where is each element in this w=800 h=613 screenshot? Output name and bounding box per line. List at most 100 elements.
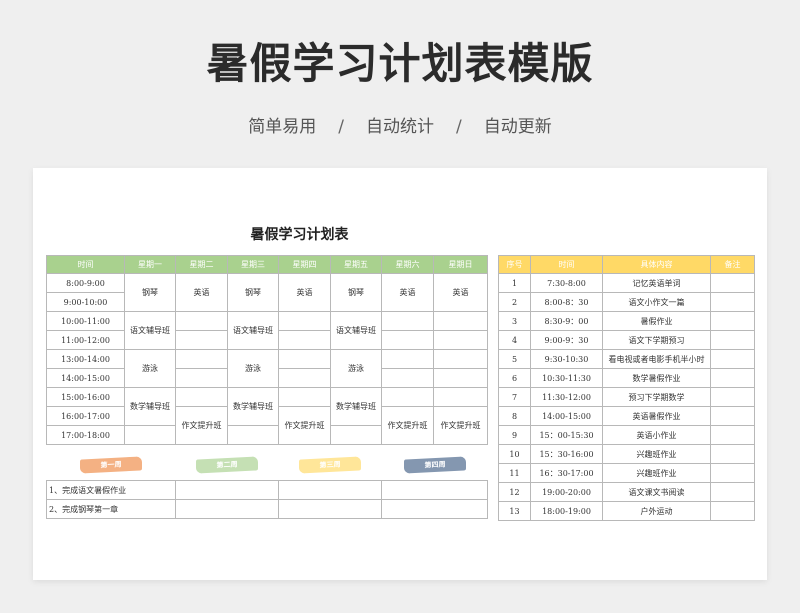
note-cell[interactable] bbox=[710, 482, 755, 502]
note-cell[interactable] bbox=[710, 330, 755, 350]
header-cell[interactable]: 星期六 bbox=[381, 255, 434, 274]
note-cell[interactable] bbox=[710, 349, 755, 369]
schedule-cell[interactable] bbox=[433, 387, 488, 407]
note-cell[interactable] bbox=[710, 292, 755, 312]
schedule-cell[interactable] bbox=[175, 368, 228, 388]
time-cell[interactable]: 8:00-9:00 bbox=[46, 273, 125, 293]
task-cell[interactable] bbox=[381, 480, 488, 500]
row-number-cell[interactable]: 12 bbox=[498, 482, 531, 502]
schedule-cell[interactable]: 游泳 bbox=[330, 349, 382, 388]
schedule-cell[interactable] bbox=[381, 387, 434, 407]
row-number-cell[interactable]: 7 bbox=[498, 387, 531, 407]
schedule-cell[interactable] bbox=[278, 387, 331, 407]
schedule-cell[interactable]: 英语 bbox=[175, 273, 228, 312]
time-cell[interactable]: 15：30-16:00 bbox=[530, 444, 603, 464]
note-cell[interactable] bbox=[710, 425, 755, 445]
note-cell[interactable] bbox=[710, 444, 755, 464]
schedule-cell[interactable] bbox=[124, 425, 176, 445]
schedule-cell[interactable]: 作文提升班 bbox=[381, 406, 434, 445]
time-cell[interactable]: 13:00-14:00 bbox=[46, 349, 125, 369]
task-cell[interactable]: 1、完成语文暑假作业 bbox=[46, 480, 176, 500]
time-cell[interactable]: 9:30-10:30 bbox=[530, 349, 603, 369]
content-cell[interactable]: 数学暑假作业 bbox=[602, 368, 711, 388]
time-cell[interactable]: 7:30-8:00 bbox=[530, 273, 603, 293]
schedule-cell[interactable] bbox=[175, 387, 228, 407]
row-number-cell[interactable]: 11 bbox=[498, 463, 531, 483]
schedule-cell[interactable] bbox=[278, 368, 331, 388]
content-cell[interactable]: 语文课文书阅读 bbox=[602, 482, 711, 502]
schedule-cell[interactable]: 英语 bbox=[433, 273, 488, 312]
header-cell[interactable]: 星期日 bbox=[433, 255, 488, 274]
time-cell[interactable]: 17:00-18:00 bbox=[46, 425, 125, 445]
schedule-cell[interactable] bbox=[433, 311, 488, 331]
time-cell[interactable]: 16：30-17:00 bbox=[530, 463, 603, 483]
row-number-cell[interactable]: 8 bbox=[498, 406, 531, 426]
content-cell[interactable]: 兴趣班作业 bbox=[602, 444, 711, 464]
row-number-cell[interactable]: 13 bbox=[498, 501, 531, 521]
time-cell[interactable]: 9:00-10:00 bbox=[46, 292, 125, 312]
task-cell[interactable] bbox=[381, 499, 488, 519]
task-cell[interactable] bbox=[175, 480, 279, 500]
header-cell[interactable]: 时间 bbox=[46, 255, 125, 274]
header-cell[interactable]: 备注 bbox=[710, 255, 755, 274]
schedule-cell[interactable]: 钢琴 bbox=[330, 273, 382, 312]
content-cell[interactable]: 兴趣班作业 bbox=[602, 463, 711, 483]
row-number-cell[interactable]: 5 bbox=[498, 349, 531, 369]
note-cell[interactable] bbox=[710, 368, 755, 388]
task-cell[interactable] bbox=[175, 499, 279, 519]
time-cell[interactable]: 8:00-8：30 bbox=[530, 292, 603, 312]
schedule-cell[interactable] bbox=[175, 330, 228, 350]
schedule-cell[interactable] bbox=[175, 349, 228, 369]
schedule-cell[interactable] bbox=[278, 311, 331, 331]
schedule-cell[interactable]: 英语 bbox=[381, 273, 434, 312]
time-cell[interactable]: 19:00-20:00 bbox=[530, 482, 603, 502]
header-cell[interactable]: 星期一 bbox=[124, 255, 176, 274]
schedule-cell[interactable] bbox=[278, 349, 331, 369]
header-cell[interactable]: 星期二 bbox=[175, 255, 228, 274]
note-cell[interactable] bbox=[710, 501, 755, 521]
content-cell[interactable]: 看电视或者电影手机半小时 bbox=[602, 349, 711, 369]
schedule-cell[interactable]: 游泳 bbox=[227, 349, 279, 388]
note-cell[interactable] bbox=[710, 311, 755, 331]
schedule-cell[interactable] bbox=[381, 349, 434, 369]
schedule-cell[interactable]: 钢琴 bbox=[227, 273, 279, 312]
header-cell[interactable]: 星期三 bbox=[227, 255, 279, 274]
schedule-cell[interactable]: 数学辅导班 bbox=[227, 387, 279, 426]
time-cell[interactable]: 14:00-15:00 bbox=[530, 406, 603, 426]
row-number-cell[interactable]: 3 bbox=[498, 311, 531, 331]
schedule-cell[interactable]: 语文辅导班 bbox=[227, 311, 279, 350]
schedule-cell[interactable] bbox=[381, 311, 434, 331]
schedule-cell[interactable] bbox=[433, 330, 488, 350]
time-cell[interactable]: 11:30-12:00 bbox=[530, 387, 603, 407]
note-cell[interactable] bbox=[710, 406, 755, 426]
schedule-cell[interactable]: 语文辅导班 bbox=[330, 311, 382, 350]
note-cell[interactable] bbox=[710, 273, 755, 293]
time-cell[interactable]: 9:00-9：30 bbox=[530, 330, 603, 350]
row-number-cell[interactable]: 9 bbox=[498, 425, 531, 445]
time-cell[interactable]: 18:00-19:00 bbox=[530, 501, 603, 521]
row-number-cell[interactable]: 10 bbox=[498, 444, 531, 464]
row-number-cell[interactable]: 6 bbox=[498, 368, 531, 388]
header-cell[interactable]: 时间 bbox=[530, 255, 603, 274]
task-cell[interactable]: 2、完成钢琴第一章 bbox=[46, 499, 176, 519]
task-cell[interactable] bbox=[278, 499, 382, 519]
time-cell[interactable]: 15:00-16:00 bbox=[46, 387, 125, 407]
schedule-cell[interactable] bbox=[278, 330, 331, 350]
note-cell[interactable] bbox=[710, 463, 755, 483]
schedule-cell[interactable]: 钢琴 bbox=[124, 273, 176, 312]
schedule-cell[interactable]: 作文提升班 bbox=[278, 406, 331, 445]
time-cell[interactable]: 15：00-15:30 bbox=[530, 425, 603, 445]
schedule-cell[interactable] bbox=[381, 330, 434, 350]
schedule-cell[interactable] bbox=[227, 425, 279, 445]
note-cell[interactable] bbox=[710, 387, 755, 407]
schedule-cell[interactable]: 英语 bbox=[278, 273, 331, 312]
schedule-cell[interactable]: 作文提升班 bbox=[175, 406, 228, 445]
content-cell[interactable]: 预习下学期数学 bbox=[602, 387, 711, 407]
schedule-cell[interactable] bbox=[433, 349, 488, 369]
task-cell[interactable] bbox=[278, 480, 382, 500]
content-cell[interactable]: 暑假作业 bbox=[602, 311, 711, 331]
schedule-cell[interactable] bbox=[381, 368, 434, 388]
header-cell[interactable]: 星期四 bbox=[278, 255, 331, 274]
header-cell[interactable]: 星期五 bbox=[330, 255, 382, 274]
time-cell[interactable]: 11:00-12:00 bbox=[46, 330, 125, 350]
